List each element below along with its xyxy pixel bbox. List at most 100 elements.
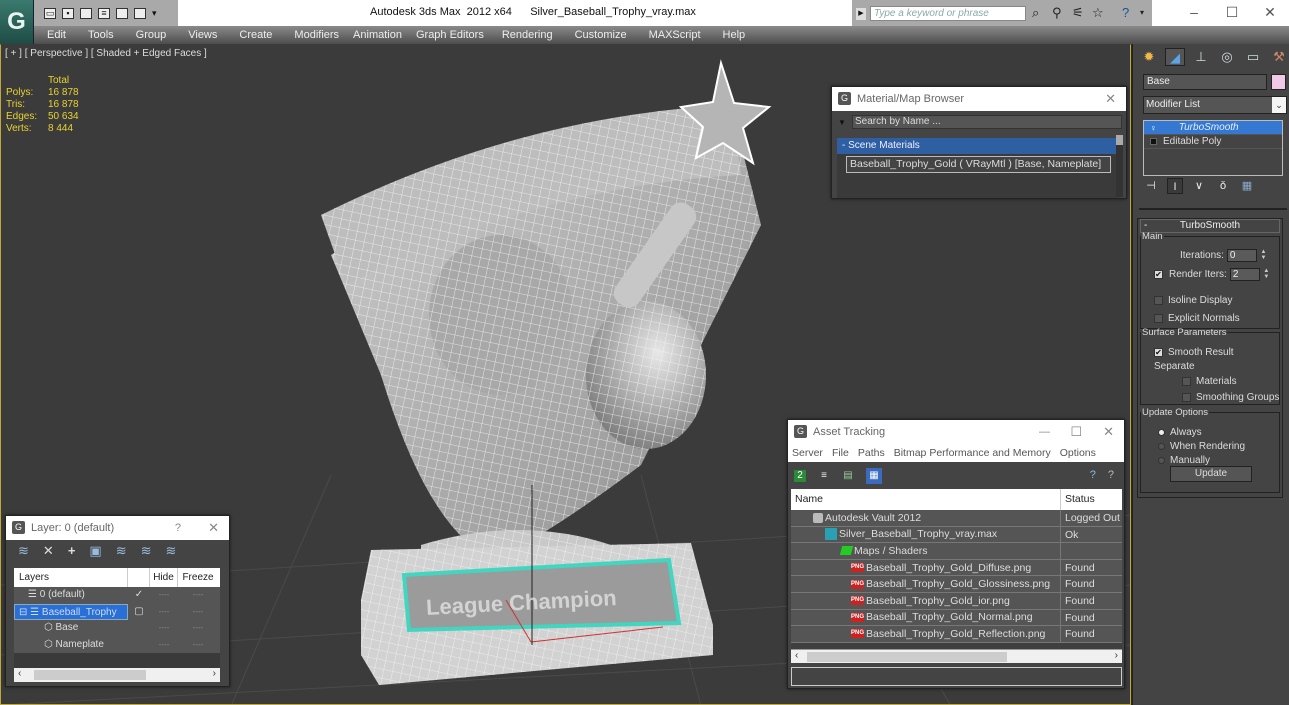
help-dropdown-icon[interactable]: ▾ <box>1140 8 1144 17</box>
menu-animation[interactable]: Animation <box>353 29 402 41</box>
close-icon[interactable]: ✕ <box>1105 87 1116 111</box>
modify-tab-icon[interactable]: ◢ <box>1165 48 1185 66</box>
column-status[interactable]: Status <box>1061 489 1095 510</box>
render-iters-checkbox[interactable]: ✔ <box>1154 270 1163 279</box>
materials-option[interactable]: Materials <box>1182 376 1237 387</box>
freeze-toggle[interactable]: ---- <box>178 604 218 621</box>
menu-create[interactable]: Create <box>239 29 272 41</box>
undo-icon[interactable] <box>116 7 128 19</box>
menu-views[interactable]: Views <box>188 29 217 41</box>
table-row[interactable]: PNG Baseball_Trophy_Gold_Glossiness.png F… <box>791 576 1122 593</box>
highlight-layer-icon[interactable]: ≋ <box>141 543 152 559</box>
explicit-normals-checkbox[interactable] <box>1154 314 1163 323</box>
hierarchy-tab-icon[interactable]: ⊥ <box>1191 48 1211 66</box>
table-view-icon[interactable]: ▦ <box>866 468 882 484</box>
manually-radio[interactable] <box>1158 457 1165 464</box>
smooth-result-checkbox[interactable]: ✔ <box>1154 348 1163 357</box>
spinner-arrows-icon[interactable]: ▲ ▼ <box>1260 249 1267 262</box>
expand-icon[interactable] <box>1150 138 1157 145</box>
close-button[interactable]: ✕ <box>1251 0 1289 26</box>
menu-options[interactable]: Options <box>1060 444 1096 462</box>
binoculars-icon[interactable]: ⌕ <box>1032 5 1039 21</box>
minimize-button[interactable]: – <box>1175 0 1213 26</box>
current-layer-check[interactable]: ▢ <box>128 604 150 621</box>
list-view-icon[interactable]: ≡ <box>818 470 830 482</box>
delete-layer-icon[interactable]: ✕ <box>43 543 54 559</box>
stack-item-editable-poly[interactable]: Editable Poly <box>1144 135 1282 149</box>
star-icon[interactable]: ☆ <box>1092 5 1104 21</box>
smoothing-groups-option[interactable]: Smoothing Groups <box>1182 392 1279 403</box>
viewport-label[interactable]: [ + ] [ Perspective ] [ Shaded + Edged F… <box>5 48 207 59</box>
table-row[interactable]: Maps / Shaders <box>791 543 1122 560</box>
hide-toggle[interactable]: ---- <box>150 604 178 621</box>
menu-graph-editors[interactable]: Graph Editors <box>416 29 484 41</box>
render-iters-input[interactable]: 2 <box>1229 268 1260 281</box>
table-row[interactable]: Silver_Baseball_Trophy_vray.max Ok <box>791 526 1122 544</box>
smoothing-groups-checkbox[interactable] <box>1182 393 1191 402</box>
update-button[interactable]: Update <box>1170 466 1252 482</box>
table-row[interactable]: PNG Baseball_Trophy_Gold_Normal.png Found <box>791 609 1122 627</box>
object-row[interactable]: ⬡ Base ---- ---- <box>14 620 220 637</box>
minimize-icon[interactable]: — <box>1039 420 1050 444</box>
dialog-title-bar[interactable]: G Asset Tracking — ☐ ✕ <box>788 420 1124 444</box>
menu-modifiers[interactable]: Modifiers <box>294 29 339 41</box>
spinner-arrows-icon[interactable]: ▲ ▼ <box>1263 268 1270 281</box>
help-button[interactable]: ? <box>175 516 181 540</box>
search-by-name-input[interactable]: Search by Name ... <box>852 115 1122 129</box>
project-icon[interactable]: ≡ <box>98 7 110 19</box>
configure-modifier-sets-icon[interactable]: ▦ <box>1239 178 1255 194</box>
material-item[interactable]: Baseball_Trophy_Gold ( VRayMtl ) [Base, … <box>846 156 1111 173</box>
iterations-input[interactable]: 0 <box>1226 249 1257 262</box>
object-name-field[interactable]: Base <box>1143 74 1267 90</box>
show-end-result-icon[interactable]: I <box>1167 178 1183 194</box>
lightbulb-icon[interactable]: ♀ <box>1150 121 1157 135</box>
scrollbar[interactable] <box>1116 135 1123 197</box>
new-icon[interactable] <box>80 7 92 19</box>
maximize-button[interactable]: ☐ <box>1213 0 1251 26</box>
layer-row[interactable]: ☰ 0 (default) ✓ ---- ---- <box>14 587 220 604</box>
menu-bitmap-performance[interactable]: Bitmap Performance and Memory <box>894 444 1051 462</box>
column-hide[interactable]: Hide <box>150 568 178 587</box>
scroll-right-icon[interactable]: › <box>1115 650 1118 661</box>
pin-stack-icon[interactable]: ⊣ <box>1143 178 1159 194</box>
menu-edit[interactable]: Edit <box>47 29 66 41</box>
new-layer-icon[interactable]: ≋ <box>18 543 29 559</box>
thumbnail-view-icon[interactable]: ▤ <box>842 470 854 482</box>
close-icon[interactable]: ✕ <box>1103 420 1114 444</box>
menu-file[interactable]: File <box>832 444 849 462</box>
asset-path-field[interactable] <box>791 667 1122 686</box>
open-icon[interactable]: ▭ <box>44 7 56 19</box>
update-manually-option[interactable]: Manually <box>1158 455 1210 466</box>
hide-toggle[interactable]: ---- <box>150 637 178 654</box>
create-tab-icon[interactable]: ✹ <box>1139 48 1159 66</box>
update-always-option[interactable]: Always <box>1158 427 1202 438</box>
customize-dropdown-icon[interactable]: ▾ <box>152 8 157 19</box>
filter-dropdown-icon[interactable]: ▼ <box>838 118 846 127</box>
satellite-icon[interactable]: ⚟ <box>1072 5 1084 21</box>
table-row[interactable]: Autodesk Vault 2012 Logged Out <box>791 510 1122 527</box>
keyword-search-input[interactable]: Type a keyword or phrase <box>870 6 1026 21</box>
context-help-icon[interactable]: ? <box>1108 469 1114 481</box>
make-unique-icon[interactable]: ∨ <box>1191 178 1207 194</box>
remove-modifier-icon[interactable]: ǒ <box>1215 178 1231 194</box>
column-freeze[interactable]: Freeze <box>178 568 218 587</box>
current-layer-check[interactable]: ✓ <box>128 587 150 604</box>
table-row[interactable]: PNG Baseball_Trophy_Gold_Reflection.png F… <box>791 626 1122 643</box>
hide-toggle[interactable]: ---- <box>150 587 178 604</box>
hide-toggle[interactable]: ---- <box>150 620 178 637</box>
materials-checkbox[interactable] <box>1182 377 1191 386</box>
column-layers[interactable]: Layers <box>14 568 128 587</box>
table-row[interactable]: PNG Baseball_Trophy_Gold_Diffuse.png Foun… <box>791 559 1122 577</box>
scroll-right-icon[interactable]: › <box>213 668 216 679</box>
horizontal-scrollbar[interactable]: ‹ › <box>791 649 1122 663</box>
object-row[interactable]: ⬡ Nameplate ---- ---- <box>14 636 220 654</box>
menu-maxscript[interactable]: MAXScript <box>649 29 701 41</box>
3dsmax-logo-icon[interactable]: G <box>0 0 34 44</box>
help-icon[interactable]: ? <box>1122 5 1129 20</box>
freeze-toggle[interactable]: ---- <box>178 620 218 637</box>
utilities-tab-icon[interactable]: ⚒ <box>1269 48 1289 66</box>
column-current[interactable] <box>128 568 150 587</box>
table-row[interactable]: PNG Baseball_Trophy_Gold_ior.png Found <box>791 592 1122 610</box>
scrollbar-thumb[interactable] <box>34 670 146 680</box>
menu-customize[interactable]: Customize <box>575 29 627 41</box>
